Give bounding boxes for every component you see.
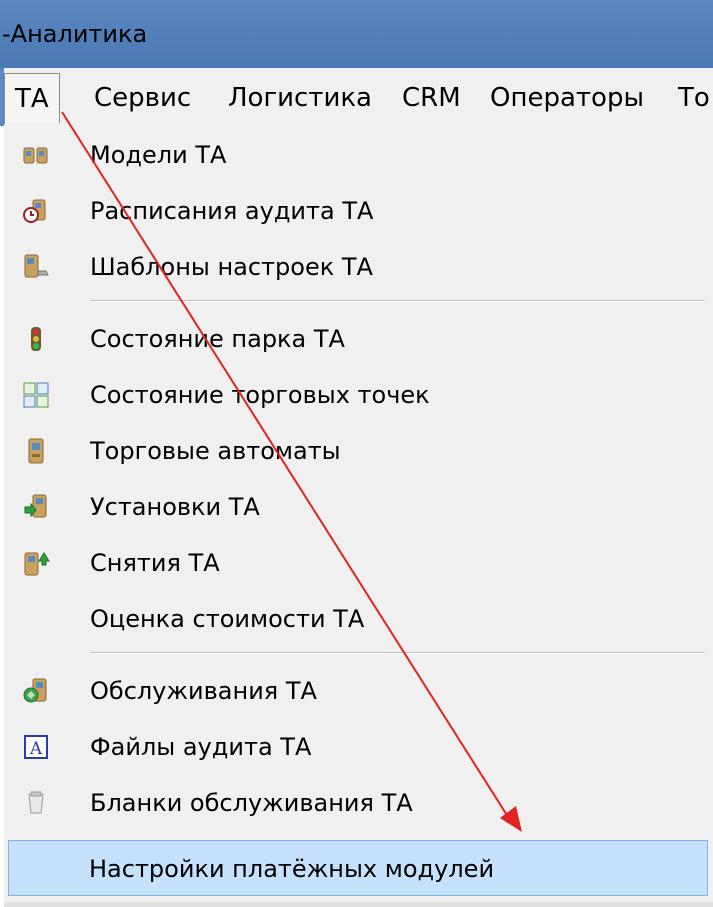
annotation-arrow <box>61 111 522 832</box>
